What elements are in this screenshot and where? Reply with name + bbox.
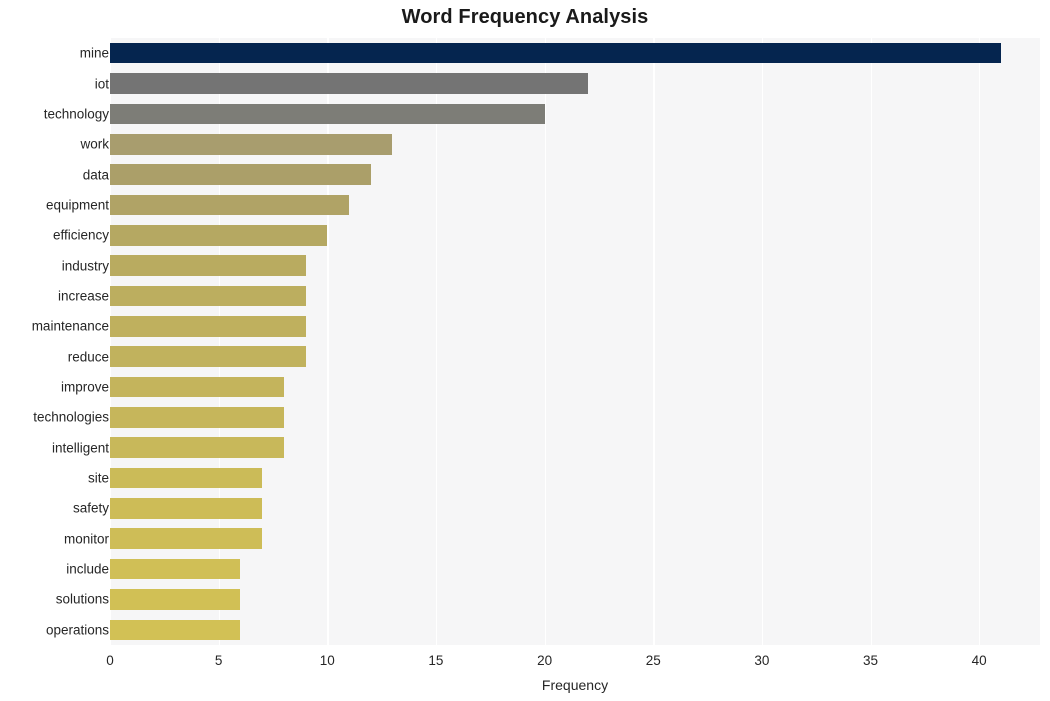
x-axis: 0 5 10 15 20 25 30 35 40 Frequency [0, 645, 1050, 701]
bar-row[interactable] [110, 103, 1040, 125]
bars-layer [110, 38, 1040, 645]
y-tick-label-equipment: equipment [45, 197, 109, 213]
y-tick-label-reduce: reduce [67, 349, 109, 365]
x-tick-label-40: 40 [971, 653, 987, 668]
x-tick-label-10: 10 [319, 653, 335, 668]
y-tick-label-include: include [66, 561, 109, 577]
bar-row[interactable] [110, 407, 1040, 428]
bar-work[interactable] [110, 133, 393, 155]
bar-solutions[interactable] [110, 589, 241, 610]
plot-area [110, 38, 1040, 645]
bar-row[interactable] [110, 73, 1040, 94]
x-tick-label-35: 35 [862, 653, 879, 668]
y-tick-label-industry: industry [61, 258, 109, 274]
y-tick-label-efficiency: efficiency [52, 227, 109, 243]
chart-figure: Word Frequency Analysis mine iot technolog… [0, 0, 1050, 701]
bar-monitor[interactable] [110, 528, 263, 550]
bar-equipment[interactable] [110, 194, 350, 216]
bar-row[interactable] [110, 224, 1040, 246]
bar-row[interactable] [110, 133, 1040, 155]
y-tick-label-monitor: monitor [63, 531, 109, 547]
bar-row[interactable] [110, 437, 1040, 459]
bar-row[interactable] [110, 194, 1040, 216]
bar-technology[interactable] [110, 103, 545, 125]
bar-data[interactable] [110, 164, 371, 185]
bar-row[interactable] [110, 528, 1040, 550]
x-tick-label-15: 15 [428, 653, 444, 668]
bar-row[interactable] [110, 376, 1040, 398]
y-tick-label-site: site [87, 470, 109, 486]
y-tick-label-solutions: solutions [55, 591, 109, 607]
x-tick-label-25: 25 [645, 653, 661, 668]
x-axis-title: Frequency [541, 677, 609, 693]
bar-reduce[interactable] [110, 346, 306, 367]
y-tick-label-work: work [80, 136, 109, 152]
y-tick-label-intelligent: intelligent [51, 440, 109, 456]
x-tick-label-30: 30 [754, 653, 770, 668]
bar-intelligent[interactable] [110, 437, 284, 459]
bar-row[interactable] [110, 589, 1040, 610]
bar-site[interactable] [110, 467, 263, 489]
y-tick-label-safety: safety [72, 500, 109, 516]
y-tick-label-technology: technology [43, 106, 109, 122]
bar-efficiency[interactable] [110, 224, 328, 246]
x-tick-label-20: 20 [537, 653, 553, 668]
y-tick-label-mine: mine [79, 45, 109, 61]
y-tick-label-data: data [82, 167, 109, 183]
y-tick-label-iot: iot [94, 76, 109, 92]
bar-operations[interactable] [110, 619, 241, 641]
y-tick-label-improve: improve [60, 379, 109, 395]
bar-safety[interactable] [110, 498, 263, 519]
bar-industry[interactable] [110, 255, 306, 276]
bar-include[interactable] [110, 558, 241, 580]
x-tick-label-0: 0 [106, 653, 114, 668]
bar-iot[interactable] [110, 73, 589, 94]
bar-row[interactable] [110, 164, 1040, 185]
bar-row[interactable] [110, 255, 1040, 276]
bar-mine[interactable] [110, 42, 1001, 64]
y-tick-label-operations: operations [45, 622, 109, 638]
bar-row[interactable] [110, 467, 1040, 489]
y-tick-label-increase: increase [57, 288, 109, 304]
bar-row[interactable] [110, 498, 1040, 519]
y-tick-label-technologies: technologies [33, 409, 109, 425]
y-tick-label-maintenance: maintenance [31, 318, 109, 334]
bar-maintenance[interactable] [110, 316, 306, 337]
bar-technologies[interactable] [110, 407, 284, 428]
bar-row[interactable] [110, 42, 1040, 64]
bar-row[interactable] [110, 316, 1040, 337]
bar-row[interactable] [110, 619, 1040, 641]
chart-title: Word Frequency Analysis [401, 6, 649, 28]
bar-row[interactable] [110, 285, 1040, 307]
bar-row[interactable] [110, 558, 1040, 580]
x-tick-label-5: 5 [214, 653, 223, 668]
bar-increase[interactable] [110, 285, 306, 307]
bar-improve[interactable] [110, 376, 284, 398]
bar-row[interactable] [110, 346, 1040, 367]
